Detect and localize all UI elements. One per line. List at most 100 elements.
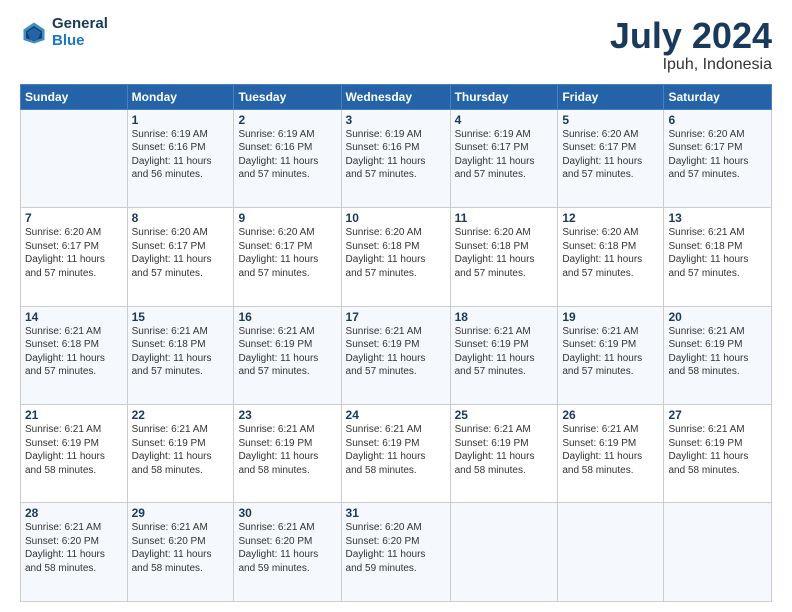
weekday-header: Thursday — [450, 84, 558, 109]
day-number: 18 — [455, 310, 554, 324]
calendar-day-cell: 4Sunrise: 6:19 AM Sunset: 6:17 PM Daylig… — [450, 109, 558, 207]
calendar-day-cell: 17Sunrise: 6:21 AM Sunset: 6:19 PM Dayli… — [341, 306, 450, 404]
header: General Blue July 2024 Ipuh, Indonesia — [20, 16, 772, 74]
logo: General Blue — [20, 16, 108, 49]
day-info: Sunrise: 6:20 AM Sunset: 6:20 PM Dayligh… — [346, 521, 446, 575]
day-info: Sunrise: 6:19 AM Sunset: 6:16 PM Dayligh… — [238, 128, 336, 182]
day-info: Sunrise: 6:21 AM Sunset: 6:20 PM Dayligh… — [132, 521, 230, 575]
weekday-header: Tuesday — [234, 84, 341, 109]
day-number: 11 — [455, 211, 554, 225]
day-number: 26 — [562, 408, 659, 422]
calendar-week-row: 7 Sunrise: 6:20 AM Sunset: 6:17 PM Daylig… — [21, 208, 772, 306]
day-info: Sunrise: 6:21 AM Sunset: 6:20 PM Dayligh… — [25, 521, 123, 575]
day-info: Sunrise: 6:21 AM Sunset: 6:18 PM Dayligh… — [132, 325, 230, 379]
day-number: 24 — [346, 408, 446, 422]
calendar-day-cell: 12Sunrise: 6:20 AM Sunset: 6:18 PM Dayli… — [558, 208, 664, 306]
calendar-day-cell: 19Sunrise: 6:21 AM Sunset: 6:19 PM Dayli… — [558, 306, 664, 404]
calendar-day-cell: 8Sunrise: 6:20 AM Sunset: 6:17 PM Daylig… — [127, 208, 234, 306]
logo-text: General Blue — [52, 16, 108, 49]
day-number: 14 — [25, 310, 123, 324]
day-info: Sunrise: 6:21 AM Sunset: 6:18 PM Dayligh… — [25, 325, 123, 379]
day-number: 16 — [238, 310, 336, 324]
day-number: 25 — [455, 408, 554, 422]
day-number: 3 — [346, 113, 446, 127]
day-number: 30 — [238, 506, 336, 520]
day-info: Sunrise: 6:21 AM Sunset: 6:19 PM Dayligh… — [455, 423, 554, 477]
calendar-day-cell: 15Sunrise: 6:21 AM Sunset: 6:18 PM Dayli… — [127, 306, 234, 404]
calendar-day-cell: 11Sunrise: 6:20 AM Sunset: 6:18 PM Dayli… — [450, 208, 558, 306]
calendar-day-cell: 3Sunrise: 6:19 AM Sunset: 6:16 PM Daylig… — [341, 109, 450, 207]
day-info: Sunrise: 6:20 AM Sunset: 6:18 PM Dayligh… — [455, 226, 554, 280]
subtitle: Ipuh, Indonesia — [610, 56, 772, 74]
day-number: 9 — [238, 211, 336, 225]
weekday-header: Friday — [558, 84, 664, 109]
calendar-day-cell: 31Sunrise: 6:20 AM Sunset: 6:20 PM Dayli… — [341, 503, 450, 602]
day-number: 15 — [132, 310, 230, 324]
calendar-day-cell — [664, 503, 772, 602]
day-number: 4 — [455, 113, 554, 127]
calendar-week-row: 21Sunrise: 6:21 AM Sunset: 6:19 PM Dayli… — [21, 405, 772, 503]
calendar-day-cell: 9Sunrise: 6:20 AM Sunset: 6:17 PM Daylig… — [234, 208, 341, 306]
calendar-day-cell: 29Sunrise: 6:21 AM Sunset: 6:20 PM Dayli… — [127, 503, 234, 602]
calendar-day-cell: 30Sunrise: 6:21 AM Sunset: 6:20 PM Dayli… — [234, 503, 341, 602]
day-number: 7 — [25, 211, 123, 225]
calendar-day-cell: 13Sunrise: 6:21 AM Sunset: 6:18 PM Dayli… — [664, 208, 772, 306]
day-number: 20 — [668, 310, 767, 324]
calendar-day-cell: 10Sunrise: 6:20 AM Sunset: 6:18 PM Dayli… — [341, 208, 450, 306]
day-info: Sunrise: 6:20 AM Sunset: 6:17 PM Dayligh… — [668, 128, 767, 182]
day-number: 29 — [132, 506, 230, 520]
day-info: Sunrise: 6:21 AM Sunset: 6:19 PM Dayligh… — [562, 325, 659, 379]
day-number: 19 — [562, 310, 659, 324]
logo-icon — [20, 19, 48, 47]
page: General Blue July 2024 Ipuh, Indonesia S… — [0, 0, 792, 612]
calendar-day-cell — [558, 503, 664, 602]
day-info: Sunrise: 6:20 AM Sunset: 6:17 PM Dayligh… — [562, 128, 659, 182]
calendar-day-cell: 22Sunrise: 6:21 AM Sunset: 6:19 PM Dayli… — [127, 405, 234, 503]
calendar-day-cell: 25Sunrise: 6:21 AM Sunset: 6:19 PM Dayli… — [450, 405, 558, 503]
day-info: Sunrise: 6:20 AM Sunset: 6:17 PM Dayligh… — [238, 226, 336, 280]
calendar-day-cell — [450, 503, 558, 602]
calendar-day-cell: 23Sunrise: 6:21 AM Sunset: 6:19 PM Dayli… — [234, 405, 341, 503]
day-info: Sunrise: 6:21 AM Sunset: 6:19 PM Dayligh… — [668, 423, 767, 477]
calendar-day-cell: 24Sunrise: 6:21 AM Sunset: 6:19 PM Dayli… — [341, 405, 450, 503]
day-info: Sunrise: 6:21 AM Sunset: 6:19 PM Dayligh… — [562, 423, 659, 477]
day-info: Sunrise: 6:19 AM Sunset: 6:17 PM Dayligh… — [455, 128, 554, 182]
calendar-header-row: SundayMondayTuesdayWednesdayThursdayFrid… — [21, 84, 772, 109]
day-number: 23 — [238, 408, 336, 422]
day-number: 5 — [562, 113, 659, 127]
calendar-day-cell: 16Sunrise: 6:21 AM Sunset: 6:19 PM Dayli… — [234, 306, 341, 404]
day-info: Sunrise: 6:21 AM Sunset: 6:19 PM Dayligh… — [238, 325, 336, 379]
day-number: 12 — [562, 211, 659, 225]
day-info: Sunrise: 6:21 AM Sunset: 6:19 PM Dayligh… — [25, 423, 123, 477]
calendar-day-cell: 6Sunrise: 6:20 AM Sunset: 6:17 PM Daylig… — [664, 109, 772, 207]
day-info: Sunrise: 6:21 AM Sunset: 6:19 PM Dayligh… — [132, 423, 230, 477]
calendar-table: SundayMondayTuesdayWednesdayThursdayFrid… — [20, 84, 772, 602]
day-info: Sunrise: 6:21 AM Sunset: 6:19 PM Dayligh… — [346, 325, 446, 379]
day-number: 10 — [346, 211, 446, 225]
calendar-day-cell: 2Sunrise: 6:19 AM Sunset: 6:16 PM Daylig… — [234, 109, 341, 207]
day-number: 21 — [25, 408, 123, 422]
calendar-week-row: 28Sunrise: 6:21 AM Sunset: 6:20 PM Dayli… — [21, 503, 772, 602]
day-info: Sunrise: 6:19 AM Sunset: 6:16 PM Dayligh… — [346, 128, 446, 182]
day-info: Sunrise: 6:21 AM Sunset: 6:20 PM Dayligh… — [238, 521, 336, 575]
day-number: 17 — [346, 310, 446, 324]
title-block: July 2024 Ipuh, Indonesia — [610, 16, 772, 74]
day-number: 13 — [668, 211, 767, 225]
day-info: Sunrise: 6:21 AM Sunset: 6:18 PM Dayligh… — [668, 226, 767, 280]
day-number: 28 — [25, 506, 123, 520]
day-info: Sunrise: 6:20 AM Sunset: 6:18 PM Dayligh… — [562, 226, 659, 280]
day-number: 2 — [238, 113, 336, 127]
calendar-week-row: 14Sunrise: 6:21 AM Sunset: 6:18 PM Dayli… — [21, 306, 772, 404]
day-number: 1 — [132, 113, 230, 127]
day-info: Sunrise: 6:20 AM Sunset: 6:17 PM Dayligh… — [132, 226, 230, 280]
day-number: 22 — [132, 408, 230, 422]
calendar-day-cell: 18Sunrise: 6:21 AM Sunset: 6:19 PM Dayli… — [450, 306, 558, 404]
calendar-day-cell: 7Sunrise: 6:20 AM Sunset: 6:17 PM Daylig… — [21, 208, 128, 306]
weekday-header: Saturday — [664, 84, 772, 109]
day-number: 31 — [346, 506, 446, 520]
main-title: July 2024 — [610, 16, 772, 56]
day-info: Sunrise: 6:21 AM Sunset: 6:19 PM Dayligh… — [455, 325, 554, 379]
day-info: Sunrise: 6:19 AM Sunset: 6:16 PM Dayligh… — [132, 128, 230, 182]
day-info: Sunrise: 6:20 AM Sunset: 6:18 PM Dayligh… — [346, 226, 446, 280]
day-number: 8 — [132, 211, 230, 225]
